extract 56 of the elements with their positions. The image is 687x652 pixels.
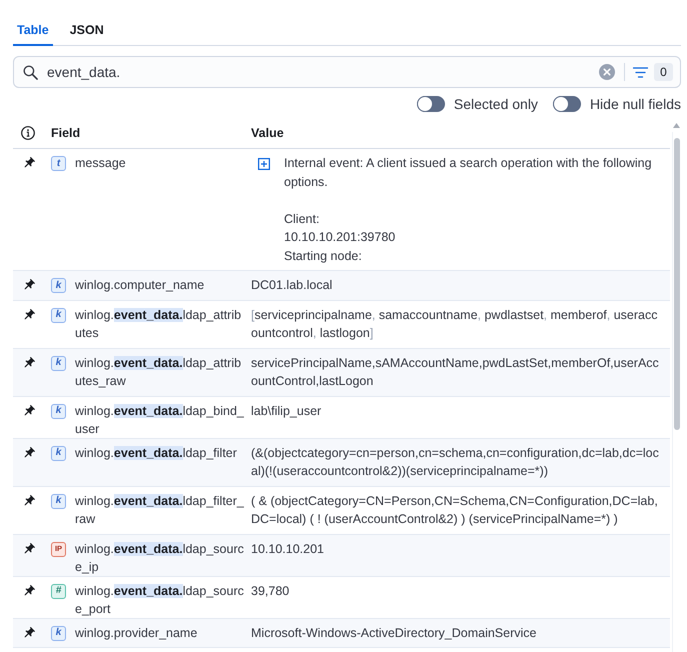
expand-icon[interactable] [258, 158, 270, 170]
field-value: Microsoft-Windows-ActiveDirectory_DomainService [251, 624, 536, 642]
field-value: 39,780 [251, 582, 290, 600]
pin-icon[interactable] [22, 542, 36, 556]
search-field[interactable]: event_data. 0 [13, 56, 681, 88]
field-value: servicePrincipalName,sAMAccountName,pwdLastSet,memberOf,userAccountControl,lastLogon [251, 354, 660, 390]
column-header: Value [251, 126, 284, 140]
tab[interactable]: Table [13, 16, 53, 46]
filter-count: 0 [654, 63, 673, 81]
field-type-token: k [51, 626, 66, 640]
filter-button[interactable]: 0 [633, 63, 673, 81]
info-icon[interactable] [21, 126, 35, 140]
field-name: winlog.event_data.ldap_attributes [75, 306, 242, 342]
field-type-token: # [51, 584, 66, 598]
field-type-token: k [51, 494, 66, 508]
pin-icon[interactable] [22, 356, 36, 370]
field-name: winlog.event_data.ldap_filter_raw [75, 492, 245, 528]
column-header: Field [51, 126, 80, 140]
pin-icon[interactable] [22, 404, 36, 418]
toggle-label: Selected only [454, 96, 538, 112]
toggle-label: Hide null fields [590, 96, 681, 112]
field-value: Internal event: A client issued a search operation with the following options. Client: 10.10.10.201:39780 Starting node: [284, 155, 653, 265]
field-name: winlog.event_data.ldap_filter [75, 444, 238, 462]
field-name: winlog.event_data.ldap_source_port [75, 582, 245, 618]
toggle-switch[interactable] [552, 96, 581, 112]
field-type-token: k [51, 278, 66, 293]
pin-icon[interactable] [22, 308, 36, 322]
clear-icon[interactable] [599, 64, 615, 80]
pin-icon[interactable] [22, 584, 36, 598]
field-value: DC01.lab.local [251, 277, 332, 294]
pin-icon[interactable] [22, 626, 36, 640]
field-name: winlog.event_data.ldap_attributes_raw [75, 354, 242, 390]
field-name: winlog.event_data.ldap_source_ip [75, 540, 245, 576]
field-type-token: k [51, 356, 66, 370]
tab[interactable]: JSON [66, 16, 108, 46]
field-value: lab\filip_user [251, 402, 322, 420]
pin-icon[interactable] [22, 494, 36, 508]
field-value: (&(objectcategory=cn=person,cn=schema,cn=configuration,dc=lab,dc=local)(!(useraccountcontrol&2))(serviceprincipalname=*)) [251, 444, 660, 480]
scrollbar-thumb[interactable] [674, 138, 680, 430]
field-type-token: t [51, 156, 66, 171]
field-type-token: k [51, 446, 66, 460]
field-name: winlog.event_data.ldap_bind_user [75, 402, 245, 438]
field-type-token: k [51, 404, 66, 418]
pin-icon[interactable] [22, 446, 36, 460]
filter-icon [633, 66, 648, 78]
pin-icon[interactable] [22, 156, 36, 170]
search-icon [23, 64, 38, 80]
field-name: winlog.provider_name [75, 624, 198, 642]
field-value: 10.10.10.201 [251, 540, 324, 558]
pin-icon[interactable] [22, 278, 36, 292]
field-type-token: k [51, 308, 66, 322]
field-value: ( & (objectCategory=CN=Person,CN=Schema,CN=Configuration,DC=lab,DC=local) ( ! (userAccountControl&2) ) (servicePrincipalName=*) ) [251, 492, 659, 528]
field-name: message [75, 155, 127, 172]
field-name: winlog.computer_name [75, 277, 206, 294]
toggle-switch[interactable] [416, 96, 445, 112]
field-value: [serviceprincipalname, samaccountname, pwdlastset, memberof, useraccountcontrol, lastlogon] [251, 306, 659, 342]
